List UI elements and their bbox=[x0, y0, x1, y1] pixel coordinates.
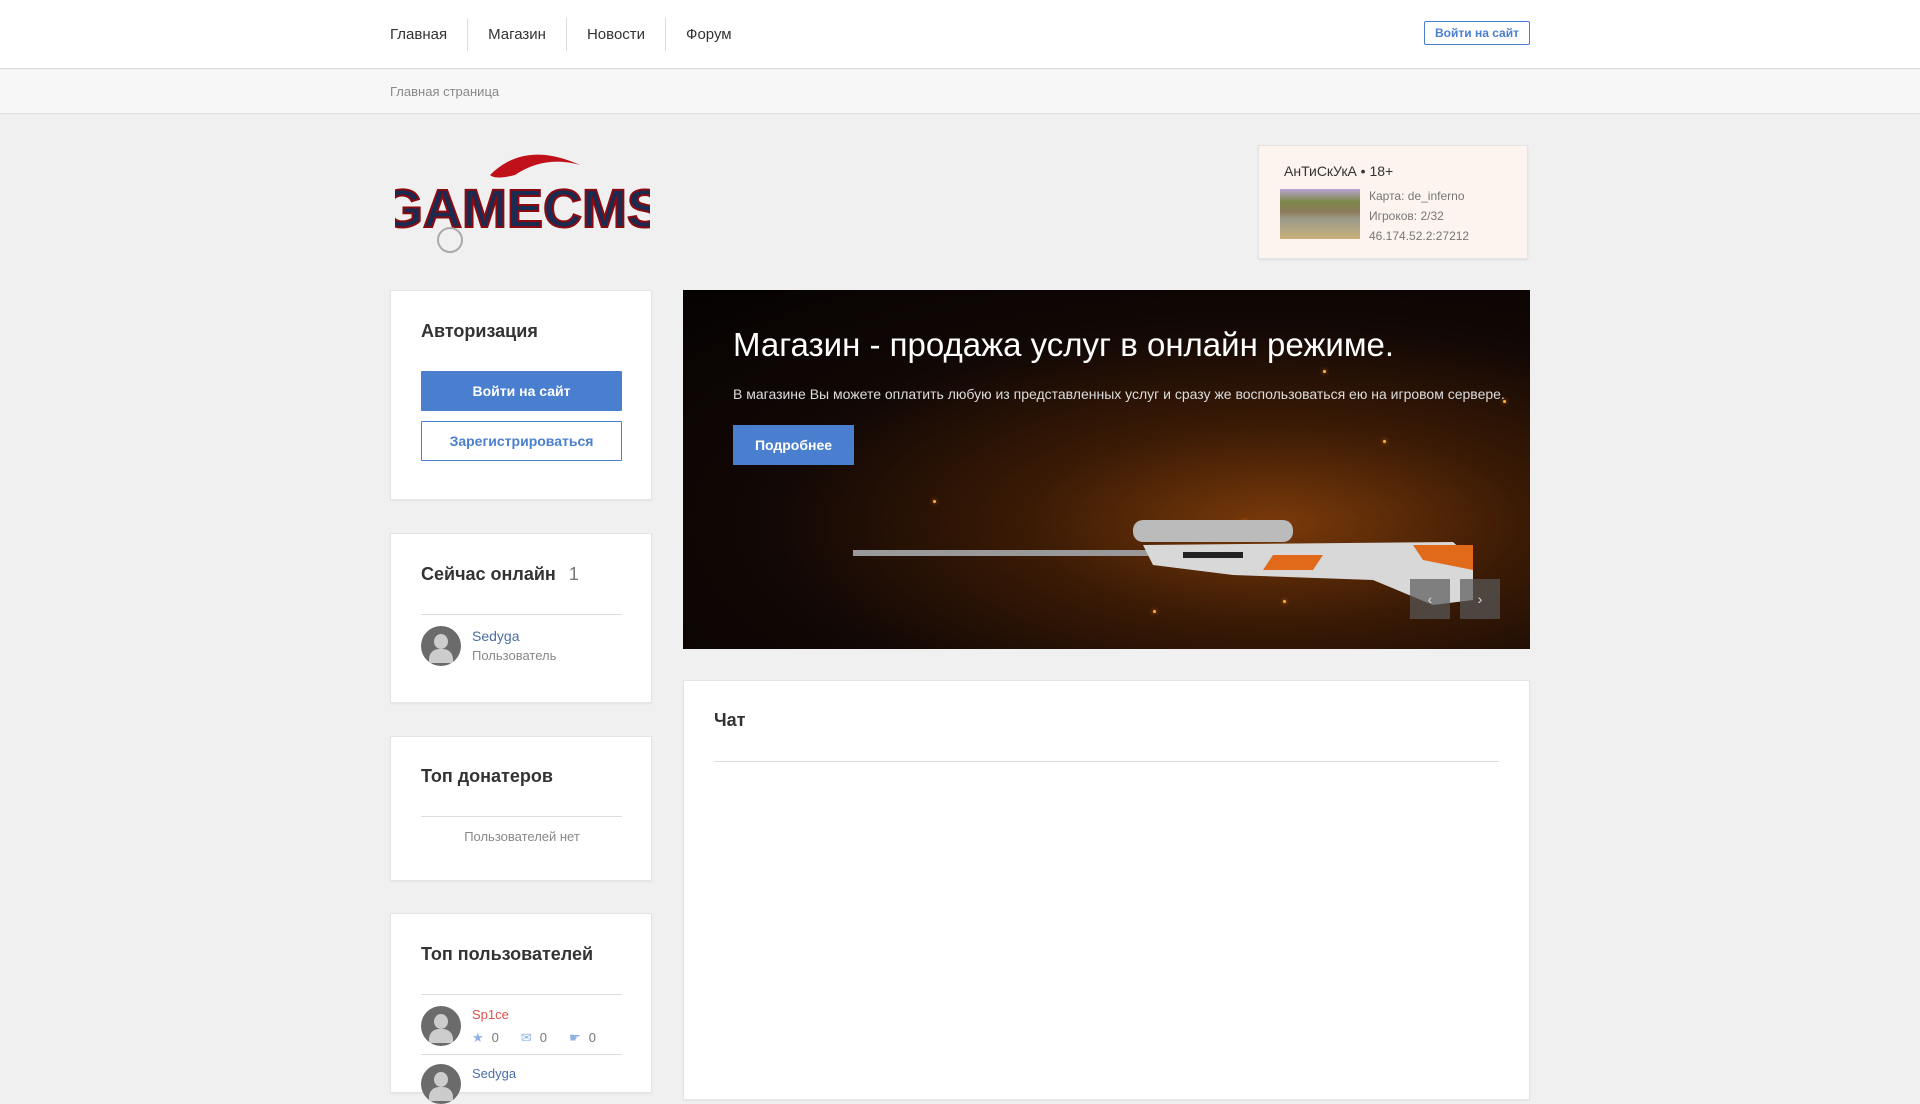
thumbs-up-icon: ☛ bbox=[569, 1030, 581, 1045]
slider-prev-button[interactable]: ‹ bbox=[1410, 579, 1450, 619]
server-map: Карта: de_inferno bbox=[1369, 189, 1465, 203]
nav-home[interactable]: Главная bbox=[390, 18, 467, 51]
avatar[interactable] bbox=[421, 626, 461, 666]
top-user-name[interactable]: Sedyga bbox=[472, 1066, 516, 1081]
server-players: Игроков: 2/32 bbox=[1369, 209, 1444, 223]
nav-news[interactable]: Новости bbox=[565, 18, 665, 51]
map-thumbnail bbox=[1280, 189, 1360, 239]
server-widget[interactable]: АнТиСкУкА • 18+ Карта: de_inferno Игроко… bbox=[1258, 145, 1528, 259]
online-count: 1 bbox=[568, 564, 579, 584]
breadcrumb-current: Главная страница bbox=[390, 84, 500, 99]
nav-shop[interactable]: Магазин bbox=[467, 18, 566, 51]
server-name: АнТиСкУкА • 18+ bbox=[1284, 163, 1394, 179]
avatar[interactable] bbox=[421, 1006, 461, 1046]
top-users-title: Топ пользователей bbox=[421, 944, 594, 964]
avatar[interactable] bbox=[421, 1064, 461, 1104]
slider-text: В магазине Вы можете оплатить любую из п… bbox=[733, 386, 1505, 402]
breadcrumb: Главная страница bbox=[0, 70, 1920, 114]
slider-title: Магазин - продажа услуг в онлайн режиме. bbox=[733, 326, 1395, 363]
login-button[interactable]: Войти на сайт bbox=[421, 371, 622, 411]
donators-title: Топ донатеров bbox=[421, 766, 553, 786]
auth-title: Авторизация bbox=[421, 321, 538, 341]
star-icon: ★ bbox=[472, 1030, 484, 1045]
promo-slider: Магазин - продажа услуг в онлайн режиме.… bbox=[683, 290, 1530, 649]
online-user-role: Пользователь bbox=[472, 648, 557, 663]
auth-card: Авторизация Войти на сайт Зарегистрирова… bbox=[390, 290, 652, 500]
online-title: Сейчас онлайн 1 bbox=[421, 564, 579, 584]
more-button[interactable]: Подробнее bbox=[733, 425, 854, 465]
donators-card: Топ донатеров Пользователей нет bbox=[390, 736, 652, 881]
chat-title: Чат bbox=[714, 710, 746, 730]
top-user-name[interactable]: Sp1ce bbox=[472, 1007, 509, 1022]
donators-empty: Пользователей нет bbox=[464, 829, 580, 844]
online-user-name[interactable]: Sedyga bbox=[472, 628, 519, 644]
main-nav: Главная Магазин Новости Форум bbox=[390, 18, 752, 51]
online-card: Сейчас онлайн 1 Sedyga Пользователь bbox=[390, 533, 652, 703]
top-header: Главная Магазин Новости Форум Войти на с… bbox=[0, 0, 1920, 69]
nav-forum[interactable]: Форум bbox=[665, 18, 752, 51]
register-button[interactable]: Зарегистрироваться bbox=[421, 421, 622, 461]
server-address: 46.174.52.2:27212 bbox=[1369, 229, 1470, 243]
top-users-card: Топ пользователей Sp1ce ★ 0 ✉ 0 ☛ 0 Sedyga bbox=[390, 913, 652, 1104]
site-logo[interactable]: GAMECMS bbox=[380, 145, 664, 260]
slider-next-button[interactable]: › bbox=[1460, 579, 1500, 619]
envelope-icon: ✉ bbox=[520, 1030, 532, 1045]
rifle-image bbox=[853, 520, 1473, 605]
chat-card: Чат bbox=[683, 680, 1530, 1100]
header-login-button[interactable]: Войти на сайт bbox=[1424, 21, 1530, 45]
svg-text:GAMECMS: GAMECMS bbox=[395, 179, 650, 239]
top-user-stats: ★ 0 ✉ 0 ☛ 0 bbox=[472, 1030, 596, 1045]
